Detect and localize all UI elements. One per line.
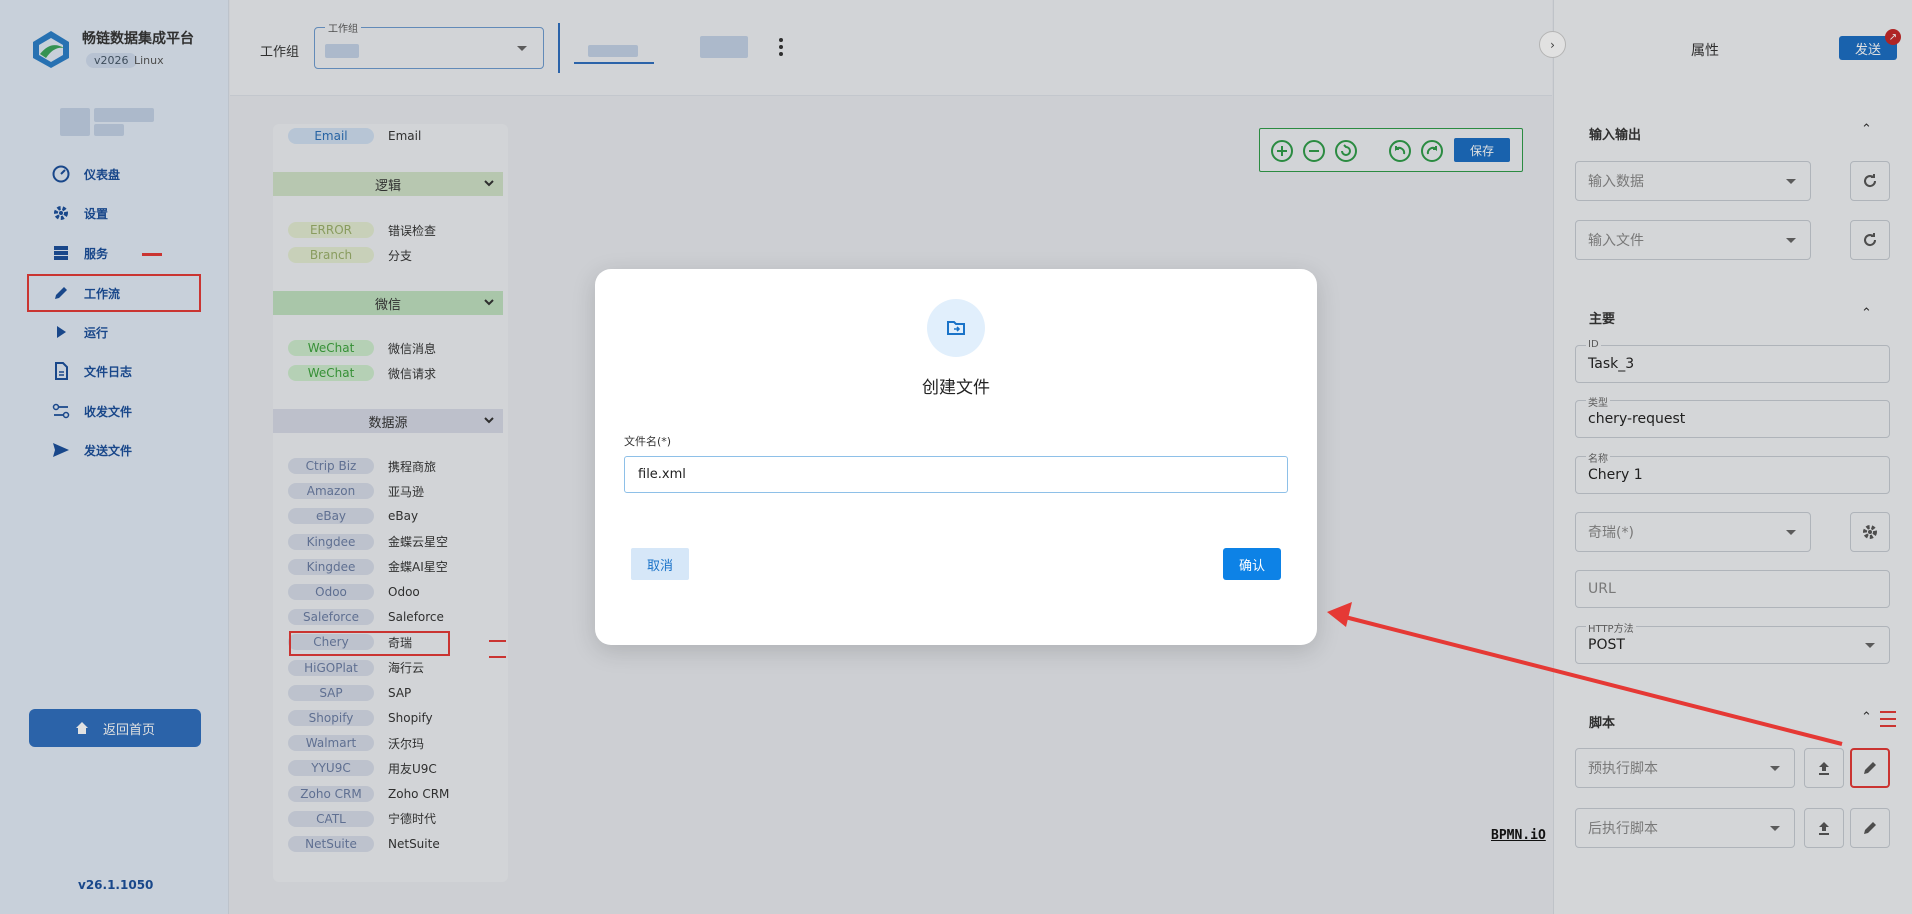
- create-file-dialog: 创建文件 文件名(*) file.xml 取消 确认: [595, 269, 1317, 645]
- dialog-title: 创建文件: [922, 378, 990, 398]
- cancel-button[interactable]: 取消: [631, 548, 689, 580]
- confirm-button[interactable]: 确认: [1223, 548, 1281, 580]
- filename-value: file.xml: [638, 467, 686, 482]
- folder-icon: [927, 299, 985, 357]
- filename-label: 文件名(*): [624, 435, 672, 448]
- filename-input[interactable]: file.xml: [624, 456, 1288, 493]
